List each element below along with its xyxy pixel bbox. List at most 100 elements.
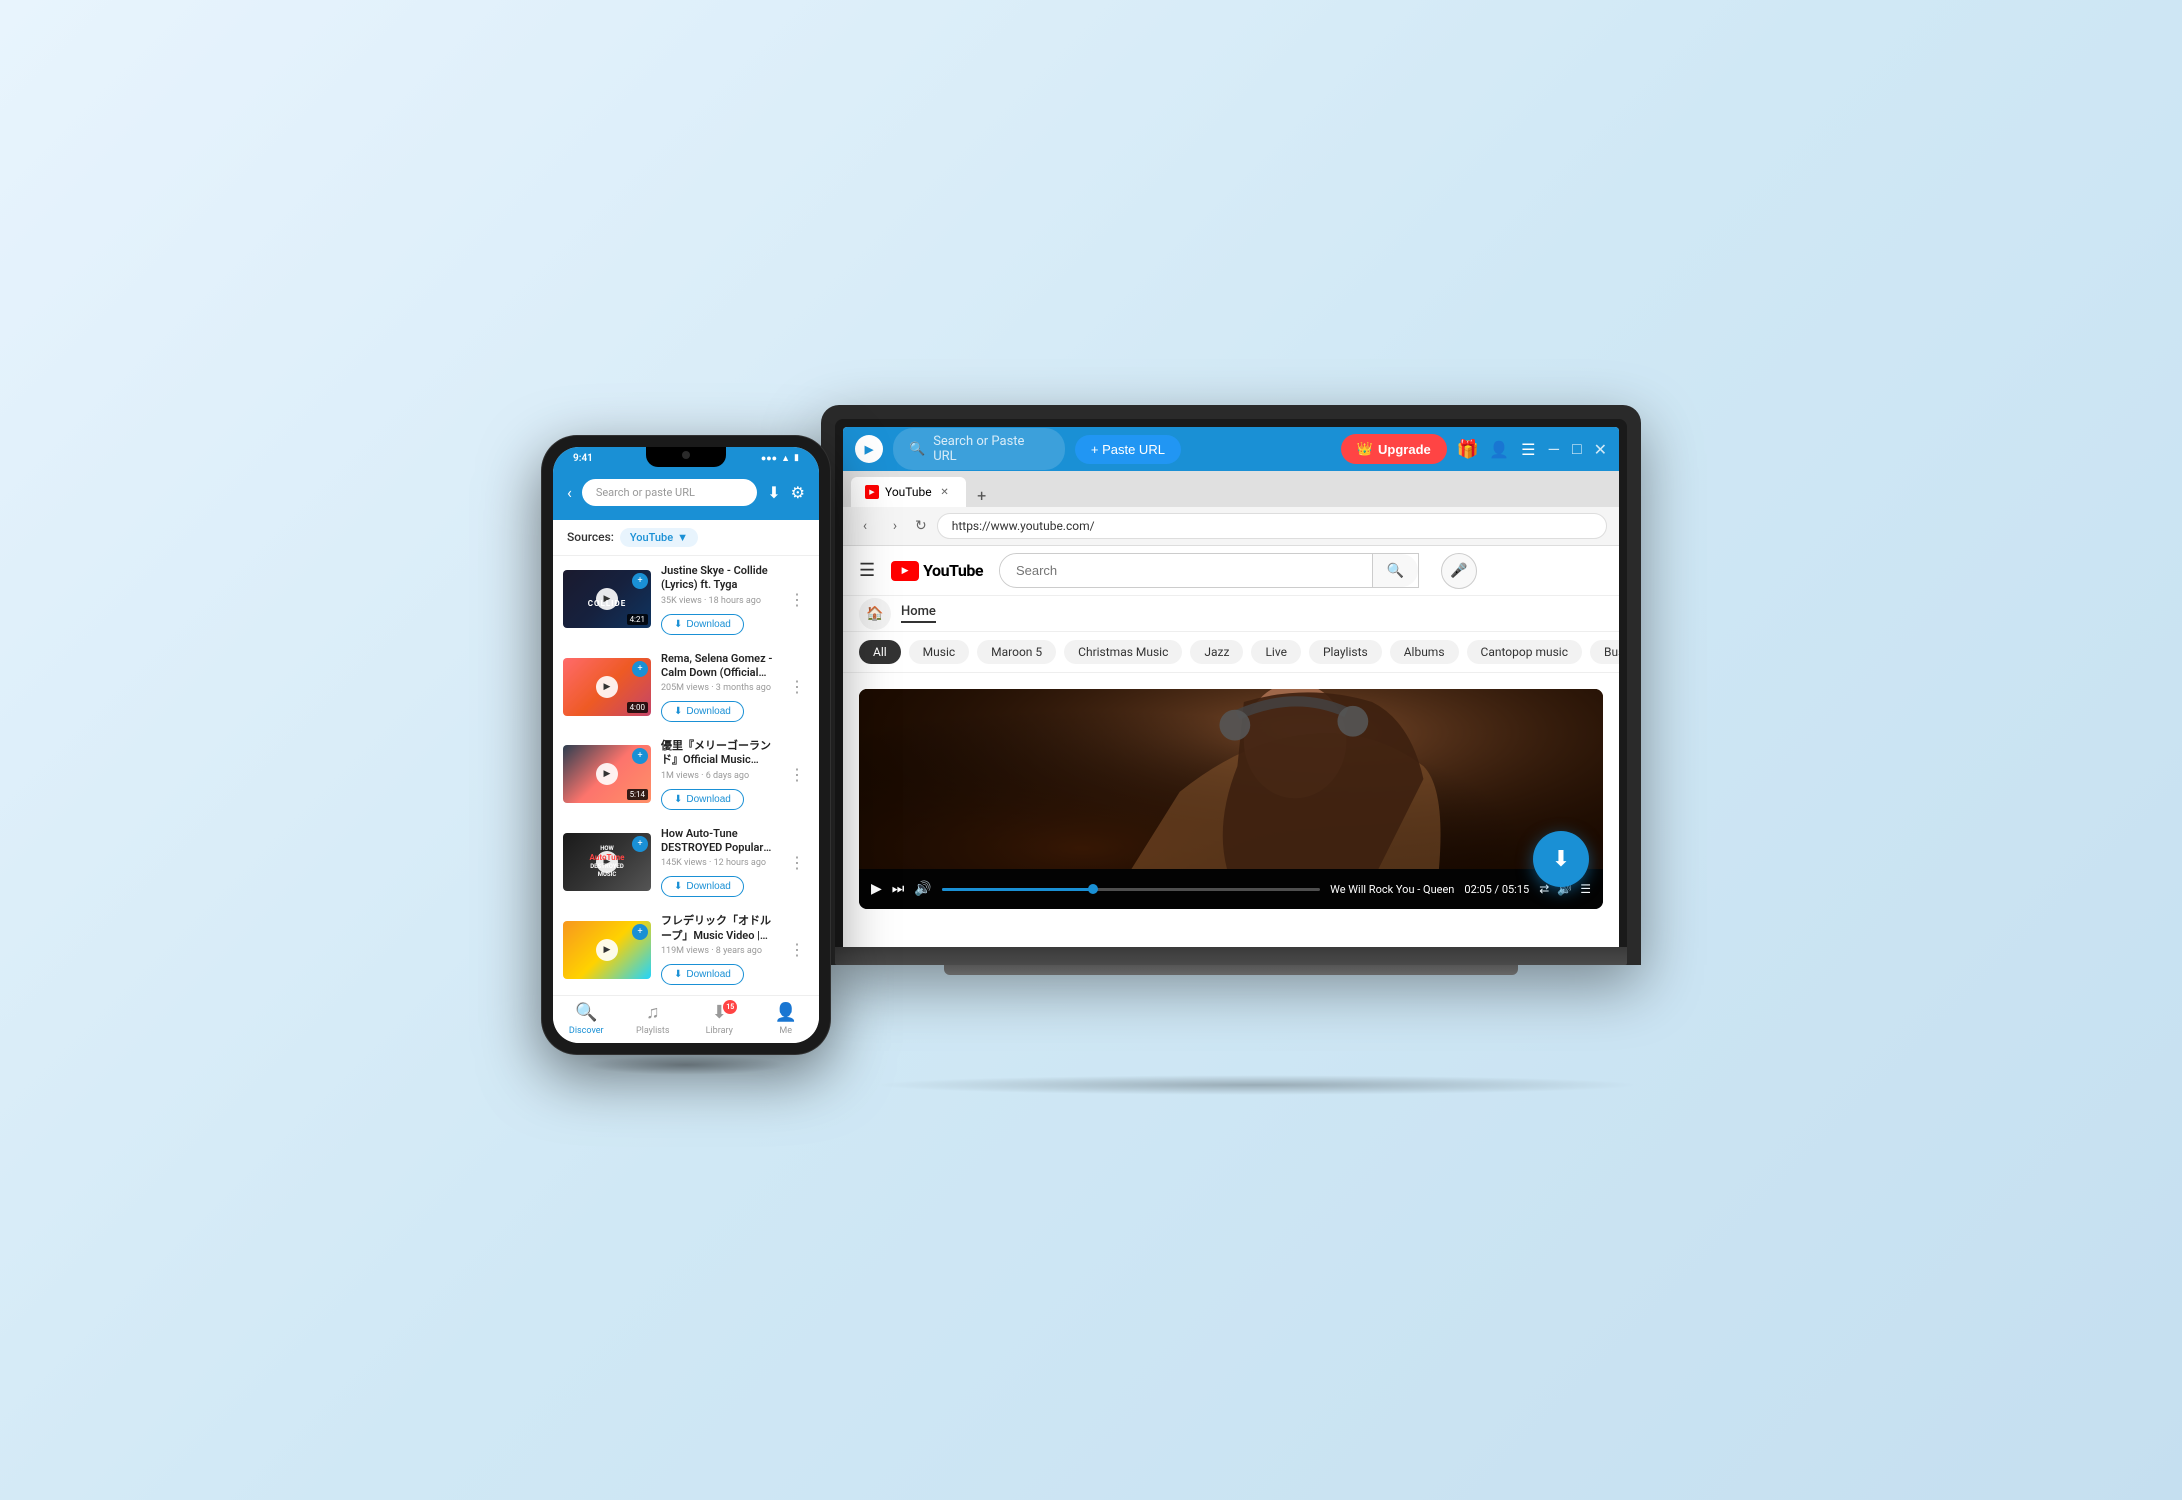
search-icon: 🔍	[909, 442, 925, 457]
duration-badge: 5:14	[627, 789, 648, 800]
youtube-search-button[interactable]: 🔍	[1372, 554, 1418, 587]
add-icon[interactable]: +	[632, 748, 648, 764]
refresh-button[interactable]: ↻	[915, 518, 927, 534]
download-fab-button[interactable]: ⬇	[1533, 831, 1589, 887]
video-thumbnail-2: + ▶ 4:00	[563, 658, 651, 716]
download-icon: ⬇	[674, 881, 682, 892]
download-button-3[interactable]: ⬇ Download	[661, 789, 744, 810]
app-logo-icon: ▶	[855, 435, 883, 463]
tab-close-button[interactable]: ✕	[938, 485, 952, 499]
chip-albums[interactable]: Albums	[1390, 640, 1459, 664]
new-tab-button[interactable]: +	[970, 483, 994, 507]
back-button[interactable]: ‹	[567, 483, 572, 502]
laptop-screen: ▶ 🔍 Search or Paste URL + Paste URL 👑 Up…	[843, 427, 1619, 947]
youtube-logo-icon: ▶	[891, 561, 919, 581]
video-player[interactable]: ▶ ⏭ 🔊 We Will Rock You - Queen	[859, 689, 1603, 909]
video-meta-5: 119M views · 8 years ago	[661, 946, 775, 956]
upgrade-label: Upgrade	[1378, 442, 1431, 457]
phone-bottom-nav: 🔍 Discover ♫ Playlists ⬇ 15 Library 👤	[553, 995, 819, 1043]
play-button[interactable]: ▶	[871, 881, 882, 897]
more-options-button-2[interactable]: ⋮	[785, 673, 809, 700]
add-icon[interactable]: +	[632, 661, 648, 677]
upgrade-button[interactable]: 👑 Upgrade	[1341, 434, 1447, 464]
youtube-tab[interactable]: YouTube ✕	[851, 477, 966, 507]
phone-body: 9:41 ●●● ▲ ▮ ‹ Search or paste URL ⬇ ⚙	[541, 435, 831, 1055]
nav-item-playlists[interactable]: ♫ Playlists	[620, 996, 687, 1043]
video-item: + ▶ フレデリック「オドループ」Music Video | Frederic …	[553, 906, 819, 993]
paste-url-button[interactable]: + Paste URL	[1075, 435, 1181, 464]
source-filter-button[interactable]: YouTube ▼	[620, 528, 698, 547]
chip-bushcraft[interactable]: Bushcraft	[1590, 640, 1619, 664]
download-icon: ⬇	[674, 619, 682, 630]
play-icon[interactable]: ▶	[596, 676, 618, 698]
close-button[interactable]: ✕	[1594, 440, 1607, 459]
video-thumbnail-1: + ▶ 4:21 COLLIDE	[563, 570, 651, 628]
menu-icon[interactable]: ☰	[1521, 440, 1535, 459]
phone-filter-row[interactable]: Sources: YouTube ▼	[553, 520, 819, 556]
more-options-button-3[interactable]: ⋮	[785, 761, 809, 788]
playlists-icon: ♫	[646, 1002, 660, 1023]
youtube-search-input[interactable]	[1000, 555, 1372, 586]
discover-icon: 🔍	[575, 1002, 597, 1023]
phone-shadow	[586, 1055, 786, 1075]
volume-button[interactable]: 🔊	[914, 881, 931, 897]
video-visual	[859, 689, 1603, 869]
download-label: Download	[686, 706, 730, 717]
more-options-button-5[interactable]: ⋮	[785, 936, 809, 963]
youtube-search-bar[interactable]: 🔍	[999, 553, 1419, 588]
youtube-mic-button[interactable]: 🎤	[1441, 553, 1477, 589]
more-options-button-4[interactable]: ⋮	[785, 849, 809, 876]
laptop-outer: ▶ 🔍 Search or Paste URL + Paste URL 👑 Up…	[821, 405, 1641, 965]
nav-item-discover[interactable]: 🔍 Discover	[553, 996, 620, 1043]
back-button[interactable]: ‹	[855, 518, 875, 534]
chip-playlists[interactable]: Playlists	[1309, 640, 1382, 664]
youtube-menu-icon[interactable]: ☰	[859, 560, 875, 581]
video-player-area: ▶ ⏭ 🔊 We Will Rock You - Queen	[859, 689, 1603, 921]
chip-christmas[interactable]: Christmas Music	[1064, 640, 1182, 664]
home-button[interactable]: 🏠	[859, 598, 891, 630]
youtube-logo-text: YouTube	[923, 561, 983, 580]
settings-icon[interactable]: ⚙	[791, 483, 805, 502]
download-button-1[interactable]: ⬇ Download	[661, 614, 744, 635]
download-label: Download	[686, 969, 730, 980]
user-icon[interactable]: 👤	[1489, 440, 1509, 459]
maximize-button[interactable]: □	[1572, 439, 1582, 459]
laptop-base	[835, 947, 1627, 965]
gift-icon[interactable]: 🎁	[1457, 439, 1479, 460]
download-button-4[interactable]: ⬇ Download	[661, 876, 744, 897]
phone-search-placeholder: Search or paste URL	[596, 486, 695, 499]
video-title-3: 優里『メリーゴーランド』Official Music Video	[661, 739, 775, 768]
video-meta-3: 1M views · 6 days ago	[661, 771, 775, 781]
next-button[interactable]: ⏭	[892, 881, 905, 897]
chip-cantopop[interactable]: Cantopop music	[1467, 640, 1582, 664]
chip-maroon5[interactable]: Maroon 5	[977, 640, 1056, 664]
video-meta-1: 35K views · 18 hours ago	[661, 596, 775, 606]
minimize-button[interactable]: —	[1547, 440, 1560, 459]
download-button-2[interactable]: ⬇ Download	[661, 701, 744, 722]
download-button-5[interactable]: ⬇ Download	[661, 964, 744, 985]
phone-search-box[interactable]: Search or paste URL	[582, 479, 757, 506]
chip-music[interactable]: Music	[909, 640, 969, 664]
more-options-button-1[interactable]: ⋮	[785, 586, 809, 613]
address-bar[interactable]: https://www.youtube.com/	[937, 513, 1607, 539]
chip-jazz[interactable]: Jazz	[1190, 640, 1243, 664]
video-item: + ▶ 5:14 優里『メリーゴーランド』Official Music Vide…	[553, 731, 819, 818]
forward-button[interactable]: ›	[885, 518, 905, 534]
queue-icon[interactable]: ☰	[1580, 882, 1591, 896]
home-nav-label[interactable]: Home	[901, 604, 936, 623]
chip-all[interactable]: All	[859, 640, 901, 664]
add-icon[interactable]: +	[632, 924, 648, 940]
nav-item-me[interactable]: 👤 Me	[753, 996, 820, 1043]
play-icon[interactable]: ▶	[596, 763, 618, 785]
youtube-logo[interactable]: ▶ YouTube	[891, 561, 983, 581]
video-thumbnail-4: + ▶ HOW AutoTune DESTROYED MUSIC	[563, 833, 651, 891]
titlebar-search-box[interactable]: 🔍 Search or Paste URL	[893, 428, 1065, 470]
download-icon: ⬇	[674, 794, 682, 805]
download-queue-icon[interactable]: ⬇	[767, 483, 780, 502]
chip-live[interactable]: Live	[1251, 640, 1300, 664]
play-icon[interactable]: ▶	[596, 939, 618, 961]
library-label: Library	[706, 1026, 733, 1036]
progress-bar[interactable]	[942, 888, 1320, 891]
nav-item-library[interactable]: ⬇ 15 Library	[686, 996, 753, 1043]
phone: 9:41 ●●● ▲ ▮ ‹ Search or paste URL ⬇ ⚙	[541, 435, 831, 1055]
